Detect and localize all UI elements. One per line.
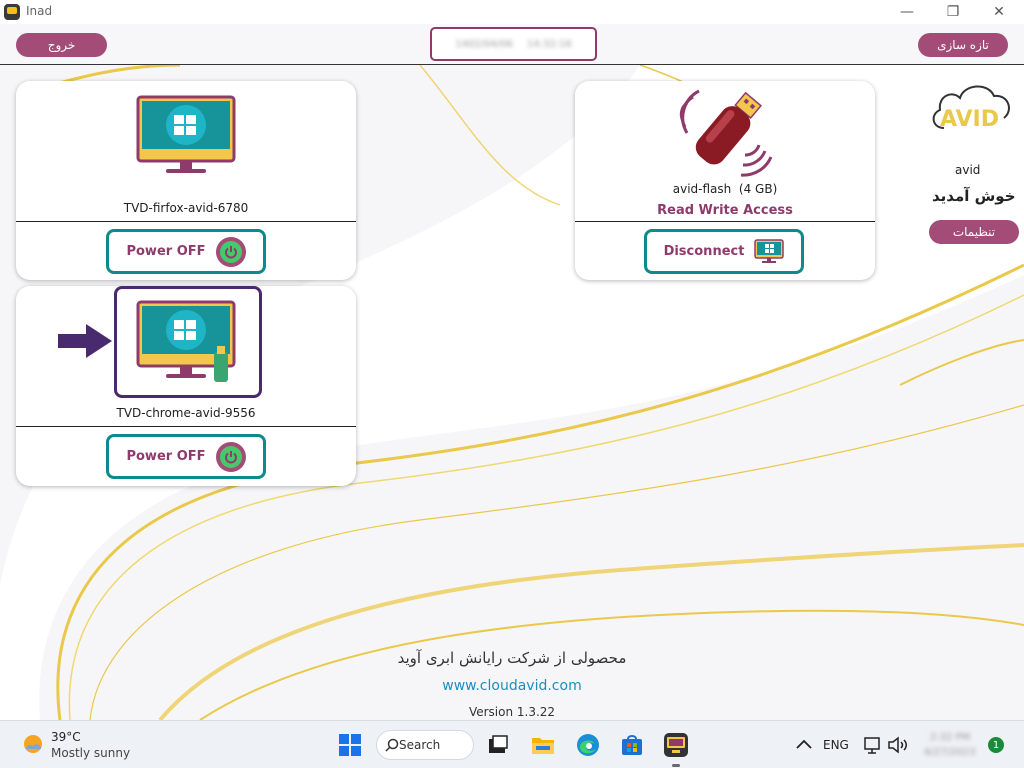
search-icon: [385, 738, 399, 752]
app-icon: [4, 4, 20, 20]
power-off-button[interactable]: Power OFF: [106, 434, 266, 479]
store-icon[interactable]: [620, 733, 644, 757]
usb-flash-icon[interactable]: [675, 85, 775, 181]
vm-card: TVD-firfox-avid-6780 Power OFF: [16, 81, 356, 280]
inad-app-icon[interactable]: [664, 733, 688, 757]
refresh-button[interactable]: تازه سازی: [918, 33, 1008, 57]
power-off-button[interactable]: Power OFF: [106, 229, 266, 274]
minimize-button[interactable]: —: [884, 0, 930, 24]
clock-date: 6/27/2023: [924, 747, 976, 758]
card-divider: [16, 221, 356, 222]
notification-badge[interactable]: 1: [988, 737, 1004, 753]
taskbar: 39°C Mostly sunny Search ENG 2:32 PM 6/2…: [0, 720, 1024, 768]
date-text: 1402/04/06: [455, 38, 513, 50]
active-app-indicator: [672, 764, 680, 767]
card-divider: [16, 426, 356, 427]
chevron-up-icon[interactable]: [792, 733, 816, 757]
version-text: Version 1.3.22: [468, 705, 556, 719]
windows-monitor-icon[interactable]: [136, 95, 236, 179]
power-icon: [215, 441, 246, 472]
usb-device-name: avid-flash: [672, 182, 732, 196]
clock-time: 2:32 PM: [929, 732, 971, 743]
start-windows-icon[interactable]: [338, 733, 362, 757]
exit-button[interactable]: خروج: [16, 33, 107, 57]
window-title: Inad: [26, 4, 53, 18]
app-header: خروج 1402/04/06 14:32:16 تازه سازی: [0, 24, 1024, 65]
vm-name: TVD-chrome-avid-9556: [116, 406, 256, 420]
usb-access-label: Read Write Access: [657, 203, 793, 218]
usb-device-info: avid-flash (4 GB): [575, 182, 875, 196]
power-off-label: Power OFF: [126, 244, 206, 259]
usb-device-card: avid-flash (4 GB) Read Write Access Disc…: [575, 81, 875, 280]
task-view-icon[interactable]: [486, 733, 510, 757]
disconnect-label: Disconnect: [663, 244, 745, 259]
window-titlebar: Inad — ❐ ✕: [0, 0, 1024, 24]
power-off-label: Power OFF: [126, 449, 206, 464]
maximize-button[interactable]: ❐: [930, 0, 976, 24]
volume-icon[interactable]: [886, 733, 910, 757]
file-explorer-icon[interactable]: [531, 733, 555, 757]
usb-device-size: (4 GB): [738, 182, 778, 196]
company-text: محصولی از شرکت رایانش ابری آوید: [397, 649, 627, 667]
weather-temp[interactable]: 39°C: [51, 730, 81, 744]
vm-name: TVD-firfox-avid-6780: [123, 201, 249, 215]
edge-browser-icon[interactable]: [576, 733, 600, 757]
monitor-disconnect-icon: [754, 238, 785, 263]
network-icon[interactable]: [862, 733, 886, 757]
close-button[interactable]: ✕: [976, 0, 1022, 24]
settings-button[interactable]: تنظیمات: [929, 220, 1019, 244]
date-time-display: 1402/04/06 14:32:16: [430, 27, 597, 61]
avid-cloud-logo: AVID: [932, 85, 1010, 132]
username: avid: [955, 163, 981, 177]
taskbar-search[interactable]: Search: [376, 730, 474, 760]
time-text: 14:32:16: [526, 38, 572, 50]
website-link[interactable]: www.cloudavid.com: [0, 678, 1024, 694]
arrow-right-icon: [58, 324, 112, 358]
search-label: Search: [399, 738, 441, 752]
sunny-weather-icon[interactable]: [22, 733, 44, 755]
welcome-text: خوش آمدید: [932, 187, 1016, 205]
vm-card: TVD-chrome-avid-9556 Power OFF: [16, 286, 356, 486]
system-clock[interactable]: 2:32 PM 6/27/2023: [920, 730, 980, 760]
power-icon: [215, 236, 246, 267]
card-divider: [575, 221, 875, 222]
logo-text: AVID: [940, 107, 999, 132]
disconnect-button[interactable]: Disconnect: [644, 229, 804, 274]
weather-condition[interactable]: Mostly sunny: [51, 746, 130, 760]
windows-monitor-usb-icon[interactable]: [136, 300, 236, 384]
language-indicator[interactable]: ENG: [823, 738, 849, 752]
